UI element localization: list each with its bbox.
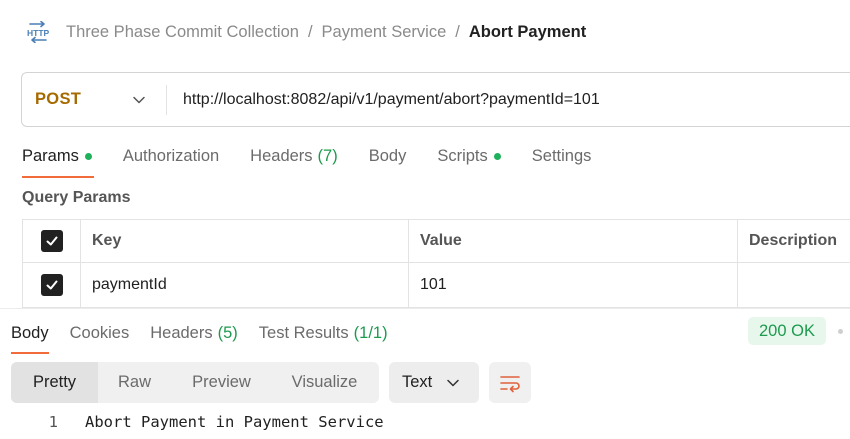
response-body-line: 1 Abort Payment in Payment Service [0, 410, 384, 434]
wrap-lines-icon [500, 375, 520, 392]
breadcrumb-separator: / [455, 22, 460, 41]
request-title[interactable]: Abort Payment [469, 23, 586, 42]
query-params-title: Query Params [22, 189, 131, 206]
column-header-value: Value [409, 220, 738, 262]
breadcrumb: HTTP Three Phase Commit Collection / Pay… [26, 18, 586, 46]
response-panel: Body Cookies Headers (5) Test Results (1… [0, 308, 850, 439]
tab-headers[interactable]: Headers (7) [250, 140, 338, 172]
tab-label: Scripts [437, 146, 488, 165]
status-badge[interactable]: 200 OK [748, 317, 826, 345]
chevron-down-icon [447, 379, 460, 386]
format-label: Text [402, 373, 433, 391]
chevron-down-icon [133, 96, 145, 103]
tab-label: Authorization [122, 146, 220, 165]
test-results-count: (1/1) [353, 323, 388, 342]
svg-text:HTTP: HTTP [27, 28, 50, 38]
response-tab-headers[interactable]: Headers (5) [150, 319, 238, 347]
method-select[interactable]: POST [22, 84, 167, 115]
checkbox-checked-icon[interactable] [40, 274, 63, 296]
request-tabs: Params Authorization Headers (7) Body Sc… [22, 140, 622, 178]
response-body-text[interactable]: Abort Payment in Payment Service [85, 413, 384, 431]
tab-params[interactable]: Params [22, 140, 94, 178]
row-checkbox-cell [23, 263, 81, 307]
response-tab-test-results[interactable]: Test Results (1/1) [259, 319, 388, 347]
view-preview-button[interactable]: Preview [171, 362, 272, 403]
scripts-indicator-dot [493, 152, 501, 160]
tab-label: Cookies [69, 323, 130, 342]
select-all-cell [23, 220, 81, 262]
tab-label: Settings [531, 146, 592, 165]
breadcrumb-collection[interactable]: Three Phase Commit Collection [66, 23, 299, 42]
breadcrumb-folder[interactable]: Payment Service [322, 23, 447, 42]
tab-label: Headers [150, 323, 213, 342]
param-description-cell[interactable] [738, 263, 850, 307]
column-header-description: Description [749, 232, 838, 249]
tab-label: Body [11, 323, 49, 342]
response-headers-count: (5) [217, 323, 238, 342]
method-label: POST [35, 90, 82, 108]
view-raw-button[interactable]: Raw [98, 362, 171, 403]
tab-label: Body [368, 146, 407, 165]
param-key-cell[interactable]: paymentId [81, 263, 409, 307]
line-number: 1 [48, 413, 58, 431]
column-header-key: Key [81, 220, 409, 262]
response-tabs: Body Cookies Headers (5) Test Results (1… [11, 319, 409, 354]
table-row: paymentId 101 [23, 263, 850, 307]
response-tab-cookies[interactable]: Cookies [70, 319, 130, 347]
tab-body[interactable]: Body [369, 140, 407, 172]
params-indicator-dot [84, 152, 92, 160]
response-tab-body[interactable]: Body [11, 319, 49, 354]
param-value-cell[interactable]: 101 [409, 263, 738, 307]
tab-label: Headers [250, 146, 313, 165]
query-params-table: Key Value Description paymentId 101 [22, 219, 850, 308]
tab-authorization[interactable]: Authorization [123, 140, 219, 172]
headers-count: (7) [317, 146, 338, 165]
table-header-row: Key Value Description [23, 220, 850, 263]
tab-scripts[interactable]: Scripts [437, 140, 501, 172]
view-pretty-button[interactable]: Pretty [11, 362, 98, 403]
tab-settings[interactable]: Settings [532, 140, 592, 172]
url-input[interactable] [183, 90, 803, 109]
tab-label: Test Results [258, 323, 349, 342]
more-options-icon[interactable] [838, 329, 843, 334]
view-mode-selector: Pretty Raw Preview Visualize [11, 362, 379, 403]
format-select[interactable]: Text [389, 362, 479, 403]
wrap-lines-button[interactable] [489, 362, 531, 403]
tab-label: Params [22, 146, 79, 165]
view-visualize-button[interactable]: Visualize [272, 362, 377, 403]
http-icon: HTTP [26, 21, 50, 43]
breadcrumb-separator: / [307, 22, 313, 41]
checkbox-checked-icon[interactable] [40, 230, 63, 252]
url-bar: POST [21, 72, 850, 127]
